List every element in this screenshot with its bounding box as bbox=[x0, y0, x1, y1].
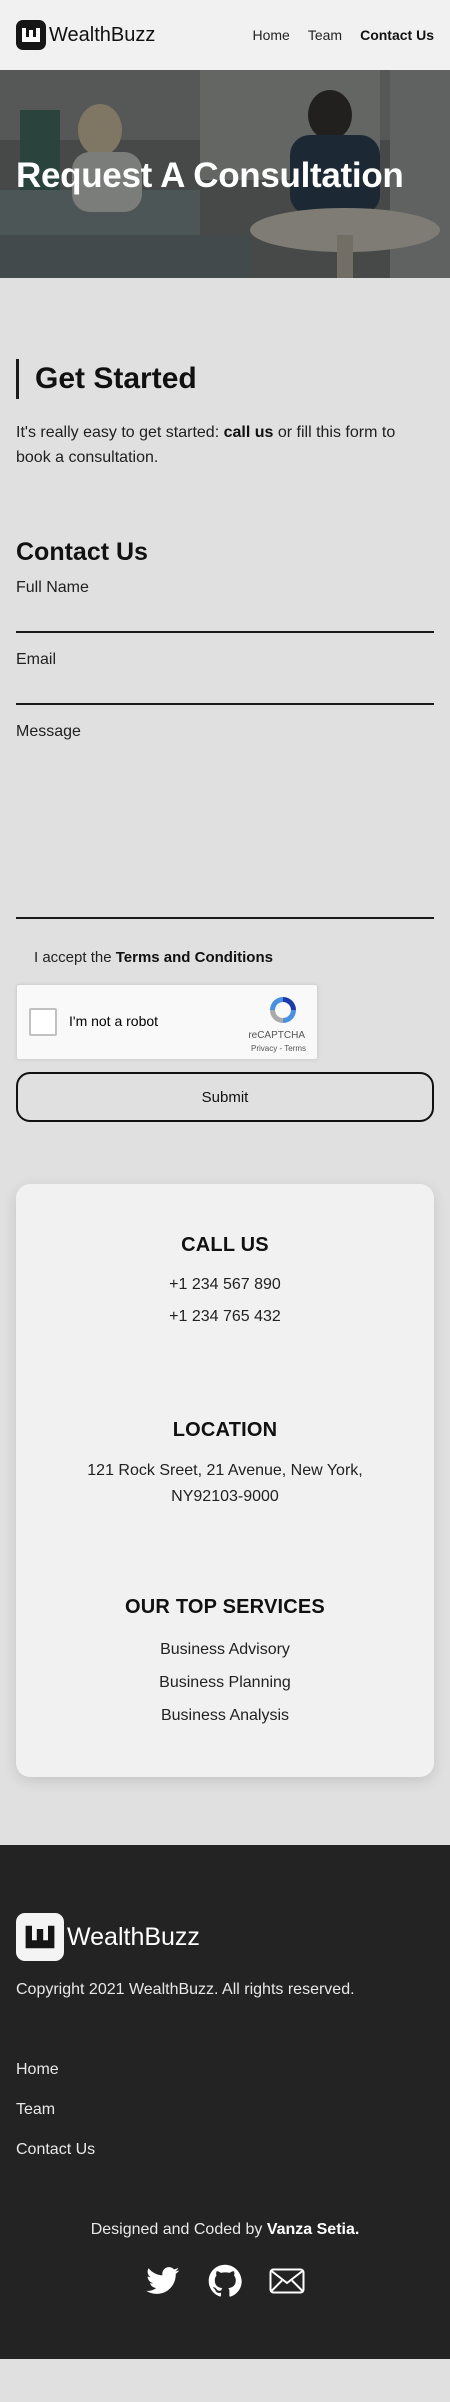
contact-info-card: CALL US +1 234 567 890 +1 234 765 432 LO… bbox=[16, 1184, 434, 1777]
contact-form-title: Contact Us bbox=[16, 538, 148, 566]
recaptcha-brand: reCAPTCHA bbox=[248, 1030, 305, 1041]
services-section: OUR TOP SERVICES Business Advisory Busin… bbox=[36, 1596, 414, 1732]
message-label: Message bbox=[16, 723, 81, 740]
email-input[interactable] bbox=[16, 669, 434, 705]
terms-link[interactable]: Terms and Conditions bbox=[116, 949, 273, 966]
site-header: WealthBuzz Home Team Contact Us bbox=[0, 0, 450, 70]
recaptcha-privacy-link[interactable]: Privacy bbox=[251, 1044, 277, 1053]
nav-home[interactable]: Home bbox=[253, 27, 290, 43]
copyright-text: Copyright 2021 WealthBuzz. All rights re… bbox=[16, 1981, 355, 1998]
footer-nav: Home Team Contact Us bbox=[16, 2061, 434, 2159]
location-section: LOCATION 121 Rock Sreet, 21 Avenue, New … bbox=[36, 1419, 414, 1510]
service-item: Business Planning bbox=[159, 1674, 291, 1691]
social-links bbox=[16, 2263, 434, 2299]
main-content: Get Started It's really easy to get star… bbox=[0, 278, 450, 1777]
service-item: Business Advisory bbox=[160, 1641, 290, 1658]
brand-name: WealthBuzz bbox=[49, 23, 156, 46]
services-list: Business Advisory Business Planning Busi… bbox=[36, 1633, 414, 1732]
footer-brand-link[interactable]: WealthBuzz bbox=[16, 1913, 434, 1961]
call-us-link[interactable]: call us bbox=[224, 424, 274, 441]
phone-list: +1 234 567 890 +1 234 765 432 bbox=[36, 1269, 414, 1333]
credit-prefix: Designed and Coded by bbox=[90, 2221, 267, 2238]
main-nav: Home Team Contact Us bbox=[253, 27, 435, 43]
intro-text: It's really easy to get started: call us… bbox=[16, 420, 434, 470]
full-name-input[interactable] bbox=[16, 597, 434, 633]
call-us-title: CALL US bbox=[181, 1234, 269, 1256]
get-started-title: Get Started bbox=[35, 362, 197, 395]
message-textarea[interactable] bbox=[16, 743, 434, 919]
nav-contact-us[interactable]: Contact Us bbox=[360, 27, 434, 43]
full-name-label: Full Name bbox=[16, 579, 89, 596]
intro-prefix: It's really easy to get started: bbox=[16, 424, 224, 441]
footer-nav-contact-us[interactable]: Contact Us bbox=[16, 2141, 434, 2159]
footer-nav-team[interactable]: Team bbox=[16, 2101, 434, 2119]
wealthbuzz-logo-icon bbox=[16, 20, 46, 50]
call-us-section: CALL US +1 234 567 890 +1 234 765 432 bbox=[36, 1234, 414, 1333]
recaptcha-widget: I'm not a robot reCAPTCHA Privacy - Term… bbox=[16, 984, 318, 1060]
hero-banner: Request A Consultation bbox=[0, 70, 450, 278]
footer-brand-name: WealthBuzz bbox=[67, 1922, 200, 1951]
terms-prefix: I accept the bbox=[34, 949, 116, 966]
hero-title: Request A Consultation bbox=[16, 156, 404, 195]
location-title: LOCATION bbox=[172, 1419, 278, 1441]
contact-form: Full Name Email Message I accept the Ter… bbox=[16, 579, 434, 1122]
service-item: Business Analysis bbox=[160, 1707, 290, 1724]
recaptcha-label: I'm not a robot bbox=[69, 1013, 159, 1029]
nav-team[interactable]: Team bbox=[308, 27, 342, 43]
address-text: 121 Rock Sreet, 21 Avenue, New York, NY9… bbox=[87, 1462, 363, 1505]
services-title: OUR TOP SERVICES bbox=[125, 1596, 325, 1618]
wealthbuzz-logo-icon bbox=[16, 1913, 64, 1961]
recaptcha-terms-link[interactable]: Terms bbox=[284, 1044, 306, 1053]
submit-button[interactable]: Submit bbox=[16, 1072, 434, 1122]
terms-checkbox[interactable]: I accept the Terms and Conditions bbox=[16, 949, 434, 966]
footer-nav-home[interactable]: Home bbox=[16, 2061, 434, 2079]
recaptcha-links: Privacy - Terms bbox=[251, 1044, 306, 1053]
brand-link[interactable]: WealthBuzz bbox=[16, 20, 155, 50]
mail-icon[interactable] bbox=[269, 2263, 305, 2299]
site-footer: WealthBuzz Copyright 2021 WealthBuzz. Al… bbox=[0, 1845, 450, 2359]
twitter-icon[interactable] bbox=[145, 2263, 181, 2299]
phone-number[interactable]: +1 234 765 432 bbox=[36, 1301, 414, 1333]
credit-author-link[interactable]: Vanza Setia. bbox=[267, 2221, 360, 2238]
recaptcha-checkbox[interactable] bbox=[29, 1008, 57, 1036]
github-icon[interactable] bbox=[207, 2263, 243, 2299]
email-label: Email bbox=[16, 651, 57, 668]
credit-text: Designed and Coded by Vanza Setia. bbox=[16, 2221, 434, 2239]
phone-number[interactable]: +1 234 567 890 bbox=[36, 1269, 414, 1301]
recaptcha-logo-icon bbox=[267, 994, 299, 1031]
get-started-heading: Get Started bbox=[16, 359, 434, 399]
